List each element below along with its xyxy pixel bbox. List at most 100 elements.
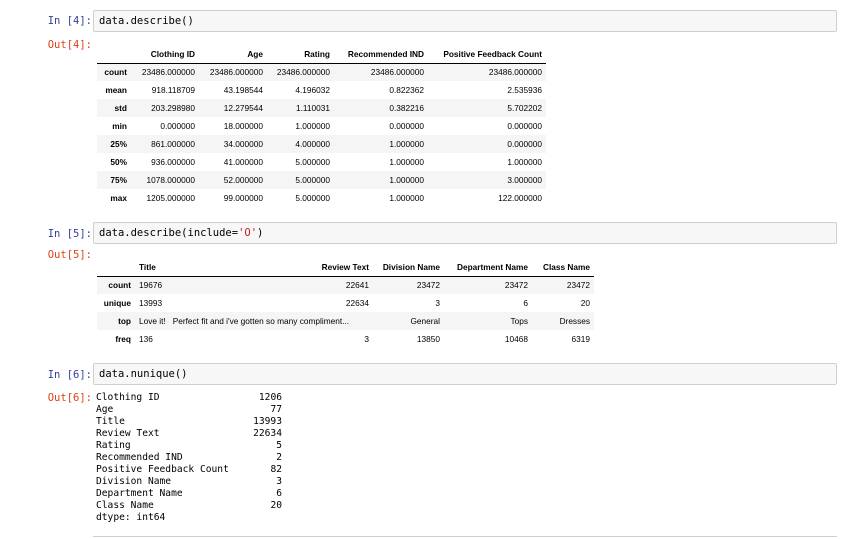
table-row: mean 918.118709 43.198544 4.196032 0.822…: [97, 81, 546, 99]
cell-4-in-prompt: In [4]:: [47, 15, 92, 27]
table-cell: 3: [435, 298, 440, 308]
next-cell-border: [93, 536, 837, 537]
nunique-key: Positive Feedback Count: [96, 464, 229, 475]
table-cell: 0.382216: [389, 103, 424, 113]
table-cell: 1.000000: [295, 121, 330, 131]
table-cell: 43.198544: [223, 85, 263, 95]
table-cell: 99.000000: [223, 193, 263, 203]
table-cell: 4.196032: [295, 85, 330, 95]
row-label: min: [112, 121, 127, 131]
nunique-value: 20: [270, 500, 282, 511]
table-cell: 4.000000: [295, 139, 330, 149]
nunique-key: Clothing ID: [96, 392, 160, 403]
row-label: 25%: [110, 139, 127, 149]
column-header: Clothing ID: [131, 45, 199, 64]
cell-6-out-prompt: Out[6]:: [47, 392, 92, 404]
table-cell: 0.000000: [507, 121, 542, 131]
table-cell: 22641: [345, 280, 369, 291]
column-header: Class Name: [532, 258, 594, 277]
row-label: freq: [115, 334, 131, 344]
cell-5-in-prompt: In [5]:: [47, 228, 92, 240]
list-item: Division Name 3: [96, 476, 282, 488]
nunique-key: Department Name: [96, 488, 183, 499]
cell-6-in-prompt: In [6]:: [47, 369, 92, 381]
column-header: Department Name: [444, 258, 532, 277]
nunique-value: 77: [270, 404, 282, 415]
table-row: unique 13993 22634 3 6 20: [97, 294, 594, 312]
table-cell: 23472: [566, 280, 590, 291]
dtype-line: dtype: int64: [96, 512, 282, 524]
table-cell: 22634: [345, 298, 369, 308]
column-header: Rating: [267, 45, 334, 64]
table-cell: 13993: [139, 298, 163, 308]
cell-5-code-input[interactable]: data.describe(include='O'): [93, 222, 837, 244]
nunique-value: 1206: [258, 392, 282, 403]
nunique-value: 2: [276, 452, 282, 463]
nunique-key: Rating: [96, 440, 131, 451]
nunique-value: 82: [270, 464, 282, 475]
table-cell: 34.000000: [223, 139, 263, 149]
index-header: [97, 258, 135, 277]
table-row: count 19676 22641 23472 23472 23472: [97, 276, 594, 294]
list-item: Department Name 6: [96, 488, 282, 500]
column-header: Recommended IND: [334, 45, 428, 64]
nunique-key: Review Text: [96, 428, 160, 439]
cell-6-code: data.nunique(): [99, 368, 188, 380]
table-cell: 0.000000: [160, 121, 195, 131]
list-item: Class Name 20: [96, 500, 282, 512]
table-cell: 203.298980: [151, 103, 195, 113]
table-cell: 1.000000: [507, 157, 542, 167]
list-item: Rating 5: [96, 440, 282, 452]
table-cell: General: [410, 316, 440, 326]
table-cell: 0.822362: [389, 85, 424, 95]
cell-4-code-input[interactable]: data.describe(): [93, 10, 837, 32]
describe-object-table: Title Review Text Division Name Departme…: [97, 258, 594, 348]
top-review-value: Perfect fit and i've gotten so many comp…: [172, 316, 350, 326]
table-cell: 1.000000: [389, 157, 424, 167]
table-cell: 1.110031: [296, 103, 330, 113]
row-label: top: [118, 316, 131, 326]
nunique-key: Recommended IND: [96, 452, 183, 463]
row-label: count: [108, 280, 131, 291]
table-cell: 2.535936: [507, 85, 542, 95]
table-cell-top-title-review: Love it! Perfect fit and i've gotten so …: [135, 312, 373, 330]
table-cell: 23486.000000: [276, 67, 330, 78]
row-label: unique: [103, 298, 131, 308]
cell-5-code-string: 'O': [238, 227, 258, 239]
nunique-value: 5: [276, 440, 282, 451]
table-row: freq 136 3 13850 10468 6319: [97, 330, 594, 348]
table-cell: 12.279544: [223, 103, 263, 113]
table-cell: 1205.000000: [146, 193, 195, 203]
table-row: std 203.298980 12.279544 1.110031 0.3822…: [97, 99, 546, 117]
table-cell: 6: [523, 298, 528, 308]
table-cell: 5.000000: [295, 193, 330, 203]
nunique-value: 13993: [253, 416, 282, 427]
table-cell: 18.000000: [223, 121, 263, 131]
table-cell: 122.000000: [498, 193, 542, 203]
nunique-output: Clothing ID 1206 Age 77 Title 13993 Review …: [96, 392, 282, 524]
cell-5-out-prompt: Out[5]:: [47, 249, 92, 261]
table-cell: 23472: [504, 280, 528, 291]
column-header: Division Name: [373, 258, 444, 277]
column-header: Age: [199, 45, 267, 64]
table-cell: 136: [139, 334, 153, 344]
table-cell: 1.000000: [389, 139, 424, 149]
row-label: count: [104, 67, 127, 78]
table-cell: 1.000000: [389, 175, 424, 185]
nunique-key: Age: [96, 404, 114, 415]
table-row: min 0.000000 18.000000 1.000000 0.000000…: [97, 117, 546, 135]
table-cell: 918.118709: [151, 85, 195, 95]
cell-6-code-input[interactable]: data.nunique(): [93, 363, 837, 385]
describe-header-row: Clothing ID Age Rating Recommended IND P…: [97, 45, 546, 64]
table-cell: 19676: [139, 280, 163, 291]
cell-4-out-prompt: Out[4]:: [47, 39, 92, 51]
table-row: 75% 1078.000000 52.000000 5.000000 1.000…: [97, 171, 546, 189]
row-label: 75%: [110, 175, 127, 185]
table-cell: 23486.000000: [209, 67, 263, 78]
index-header: [97, 45, 131, 64]
describe-table: Clothing ID Age Rating Recommended IND P…: [97, 45, 546, 207]
column-header: Title: [135, 258, 211, 277]
cell-4-code: data.describe(): [99, 15, 194, 27]
table-cell: 23486.000000: [488, 67, 542, 78]
list-item: Review Text 22634: [96, 428, 282, 440]
